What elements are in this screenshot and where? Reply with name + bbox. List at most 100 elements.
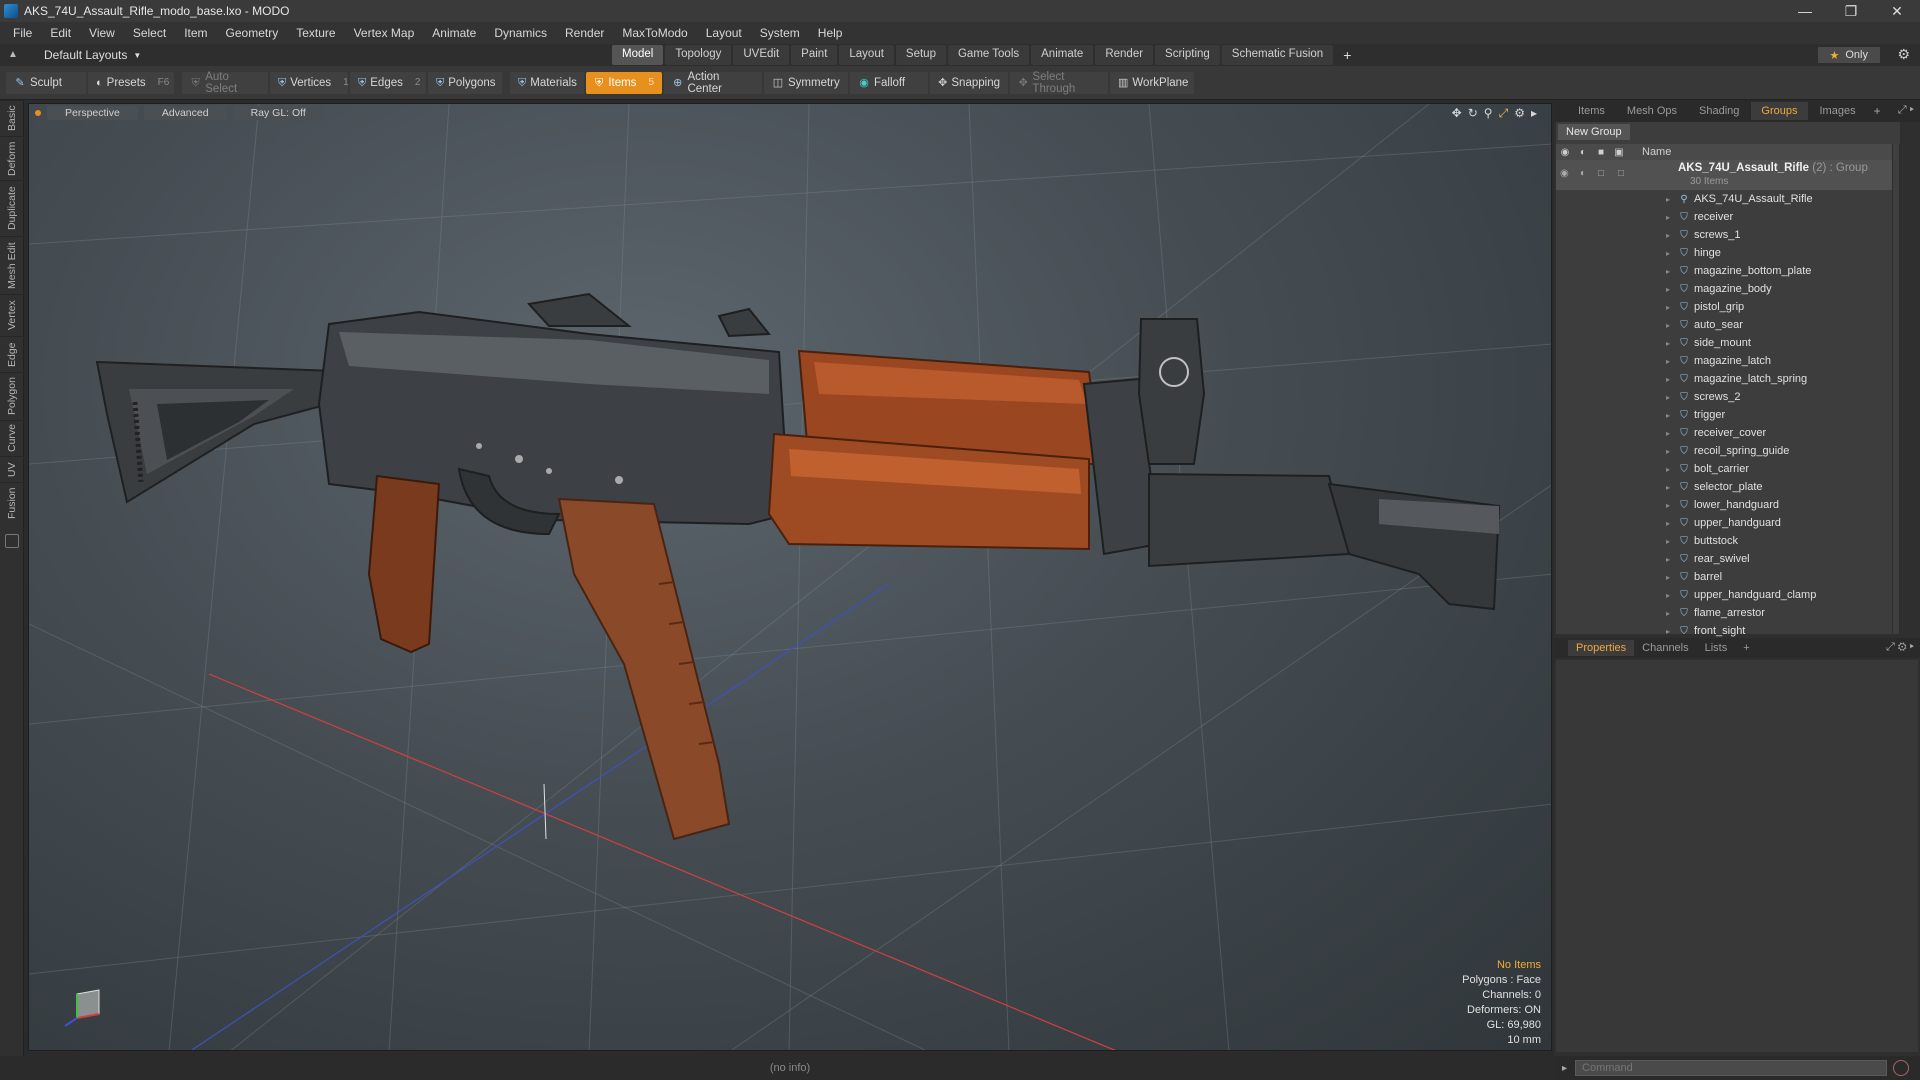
expand-toggle-icon[interactable]: ▸ (1666, 609, 1674, 618)
auto-select-button[interactable]: ⛨ Auto Select (182, 71, 268, 95)
tab-layout[interactable]: Layout (839, 45, 894, 65)
action-center-button[interactable]: ⊕ Action Center (664, 71, 762, 95)
zoom-icon[interactable]: ⚲ (1484, 106, 1493, 121)
props-expand-icon[interactable]: ⤢ ⚙ ▸ (1886, 641, 1914, 654)
add-panel-tab-button[interactable]: + (1868, 104, 1887, 118)
viewport-settings-icon[interactable]: ⚙ (1514, 106, 1525, 121)
rifle-model[interactable] (95, 292, 1501, 841)
command-history-icon[interactable]: ▸ (1554, 1063, 1575, 1074)
tab-lists[interactable]: Lists (1697, 640, 1736, 656)
left-tab-deform[interactable]: Deform (0, 136, 24, 180)
panel-toggle-icon[interactable] (4, 534, 19, 548)
tab-shading[interactable]: Shading (1689, 102, 1749, 120)
menu-edit[interactable]: Edit (41, 26, 80, 40)
materials-button[interactable]: ⛨ Materials (510, 71, 584, 94)
groups-scrollbar[interactable] (1892, 144, 1900, 634)
fit-icon[interactable]: ⤢ (1499, 106, 1509, 121)
expand-toggle-icon[interactable]: ▸ (1666, 555, 1674, 564)
left-tab-edge[interactable]: Edge (0, 336, 24, 372)
menu-render[interactable]: Render (556, 26, 613, 40)
tab-model[interactable]: Model (612, 45, 664, 65)
expand-toggle-icon[interactable]: ▸ (1666, 465, 1674, 474)
snapping-button[interactable]: ✥ Snapping (930, 71, 1008, 94)
presets-button[interactable]: ◐ Presets F6 (88, 71, 174, 94)
tab-paint[interactable]: Paint (791, 45, 838, 65)
list-item[interactable]: ▸ ⛉ auto_sear (1556, 316, 1900, 334)
menu-geometry[interactable]: Geometry (217, 26, 288, 40)
list-item[interactable]: ▸ ⛉ magazine_latch_spring (1556, 370, 1900, 388)
only-toggle[interactable]: ★ Only (1817, 47, 1880, 63)
viewport-menu-icon[interactable] (35, 110, 41, 116)
command-execute-icon[interactable] (1893, 1060, 1910, 1076)
name-column-header[interactable]: Name (1642, 146, 1671, 158)
expand-toggle-icon[interactable]: ▸ (1666, 321, 1674, 330)
3d-viewport[interactable]: Perspective Advanced Ray GL: Off ✥ ↻ ⚲ ⤢… (28, 103, 1552, 1051)
edges-button[interactable]: ⛨ Edges 2 (350, 71, 426, 94)
layout-expand-icon[interactable]: ▲ (8, 49, 20, 61)
menu-texture[interactable]: Texture (287, 26, 344, 40)
expand-toggle-icon[interactable]: ▸ (1666, 501, 1674, 510)
expand-toggle-icon[interactable]: ▸ (1666, 213, 1674, 222)
list-item[interactable]: ▸ ⛉ magazine_latch (1556, 352, 1900, 370)
left-tab-vertex[interactable]: Vertex (0, 294, 24, 336)
list-item[interactable]: ▸ ⛉ rear_swivel (1556, 550, 1900, 568)
expand-toggle-icon[interactable]: ▸ (1666, 249, 1674, 258)
tab-properties[interactable]: Properties (1568, 640, 1635, 656)
list-item[interactable]: ▸ ⛉ pistol_grip (1556, 298, 1900, 316)
menu-item[interactable]: Item (175, 26, 216, 40)
symmetry-button[interactable]: ◫ Symmetry (764, 71, 848, 94)
tab-render[interactable]: Render (1095, 45, 1154, 65)
groups-scrollbar-thumb[interactable] (1893, 144, 1899, 634)
expand-toggle-icon[interactable]: ▸ (1666, 627, 1674, 636)
menu-select[interactable]: Select (124, 26, 175, 40)
expand-toggle-icon[interactable]: ▸ (1666, 267, 1674, 276)
left-tab-mesh-edit[interactable]: Mesh Edit (0, 236, 24, 294)
expand-toggle-icon[interactable]: ▸ (1666, 573, 1674, 582)
list-item[interactable]: ▸ ⛉ lower_handguard (1556, 496, 1900, 514)
menu-help[interactable]: Help (809, 26, 852, 40)
restore-button[interactable]: ❐ (1828, 0, 1874, 22)
list-item[interactable]: ▸ ⛉ upper_handguard_clamp (1556, 586, 1900, 604)
expand-toggle-icon[interactable]: ▸ (1666, 447, 1674, 456)
list-item[interactable]: ▸ ⛉ trigger (1556, 406, 1900, 424)
select-through-button[interactable]: ✥ Select Through (1010, 71, 1108, 95)
lock-header-icon[interactable]: ■ (1592, 147, 1610, 158)
list-item[interactable]: ▸ ⛉ hinge (1556, 244, 1900, 262)
view-mode-button[interactable]: Perspective (47, 106, 138, 120)
viewport-expand-icon[interactable]: ▸ (1531, 106, 1537, 121)
visibility-header-icon[interactable]: ◉ (1556, 147, 1574, 158)
tab-mesh-ops[interactable]: Mesh Ops (1617, 102, 1687, 120)
expand-toggle-icon[interactable]: ▸ (1666, 231, 1674, 240)
expand-toggle-icon[interactable]: ▸ (1666, 483, 1674, 492)
shading-mode-button[interactable]: Advanced (143, 106, 227, 120)
expand-toggle-icon[interactable]: ▸ (1666, 393, 1674, 402)
expand-toggle-icon[interactable]: ▸ (1666, 303, 1674, 312)
vertices-button[interactable]: ⛨ Vertices 1 (270, 71, 349, 94)
minimize-button[interactable]: — (1782, 0, 1828, 22)
list-item[interactable]: ▸ ⛉ receiver_cover (1556, 424, 1900, 442)
panel-expand-icon[interactable]: ⤢ ▸ (1898, 104, 1914, 117)
list-item[interactable]: ▸ ⛉ selector_plate (1556, 478, 1900, 496)
tab-channels[interactable]: Channels (1634, 640, 1696, 656)
list-item[interactable]: ▸ ⛉ magazine_body (1556, 280, 1900, 298)
group-row[interactable]: ◉ ◐ □ □ AKS_74U_Assault_Rifle (2) : Grou… (1556, 160, 1900, 190)
workplane-button[interactable]: ▥ WorkPlane (1110, 71, 1194, 94)
menu-view[interactable]: View (80, 26, 124, 40)
tab-animate[interactable]: Animate (1031, 45, 1094, 65)
tab-groups[interactable]: Groups (1751, 102, 1808, 120)
menu-vertex-map[interactable]: Vertex Map (345, 26, 424, 40)
tab-scripting[interactable]: Scripting (1155, 45, 1220, 65)
expand-toggle-icon[interactable]: ▸ (1666, 519, 1674, 528)
left-tab-basic[interactable]: Basic (0, 100, 24, 136)
layout-dropdown[interactable]: ▲ Default Layouts ▼ (8, 48, 568, 62)
tab-uvedit[interactable]: UVEdit (733, 45, 790, 65)
render-header-icon[interactable]: ◐ (1574, 147, 1592, 158)
expand-toggle-icon[interactable]: ▸ (1666, 411, 1674, 420)
menu-animate[interactable]: Animate (423, 26, 485, 40)
menu-file[interactable]: File (4, 26, 41, 40)
left-tab-fusion[interactable]: Fusion (0, 482, 24, 524)
select-toggle-icon[interactable]: □ (1618, 168, 1624, 179)
gear-icon[interactable]: ⚙ (1897, 46, 1910, 63)
list-item[interactable]: ▸ ⛉ upper_handguard (1556, 514, 1900, 532)
command-input[interactable] (1575, 1060, 1888, 1076)
